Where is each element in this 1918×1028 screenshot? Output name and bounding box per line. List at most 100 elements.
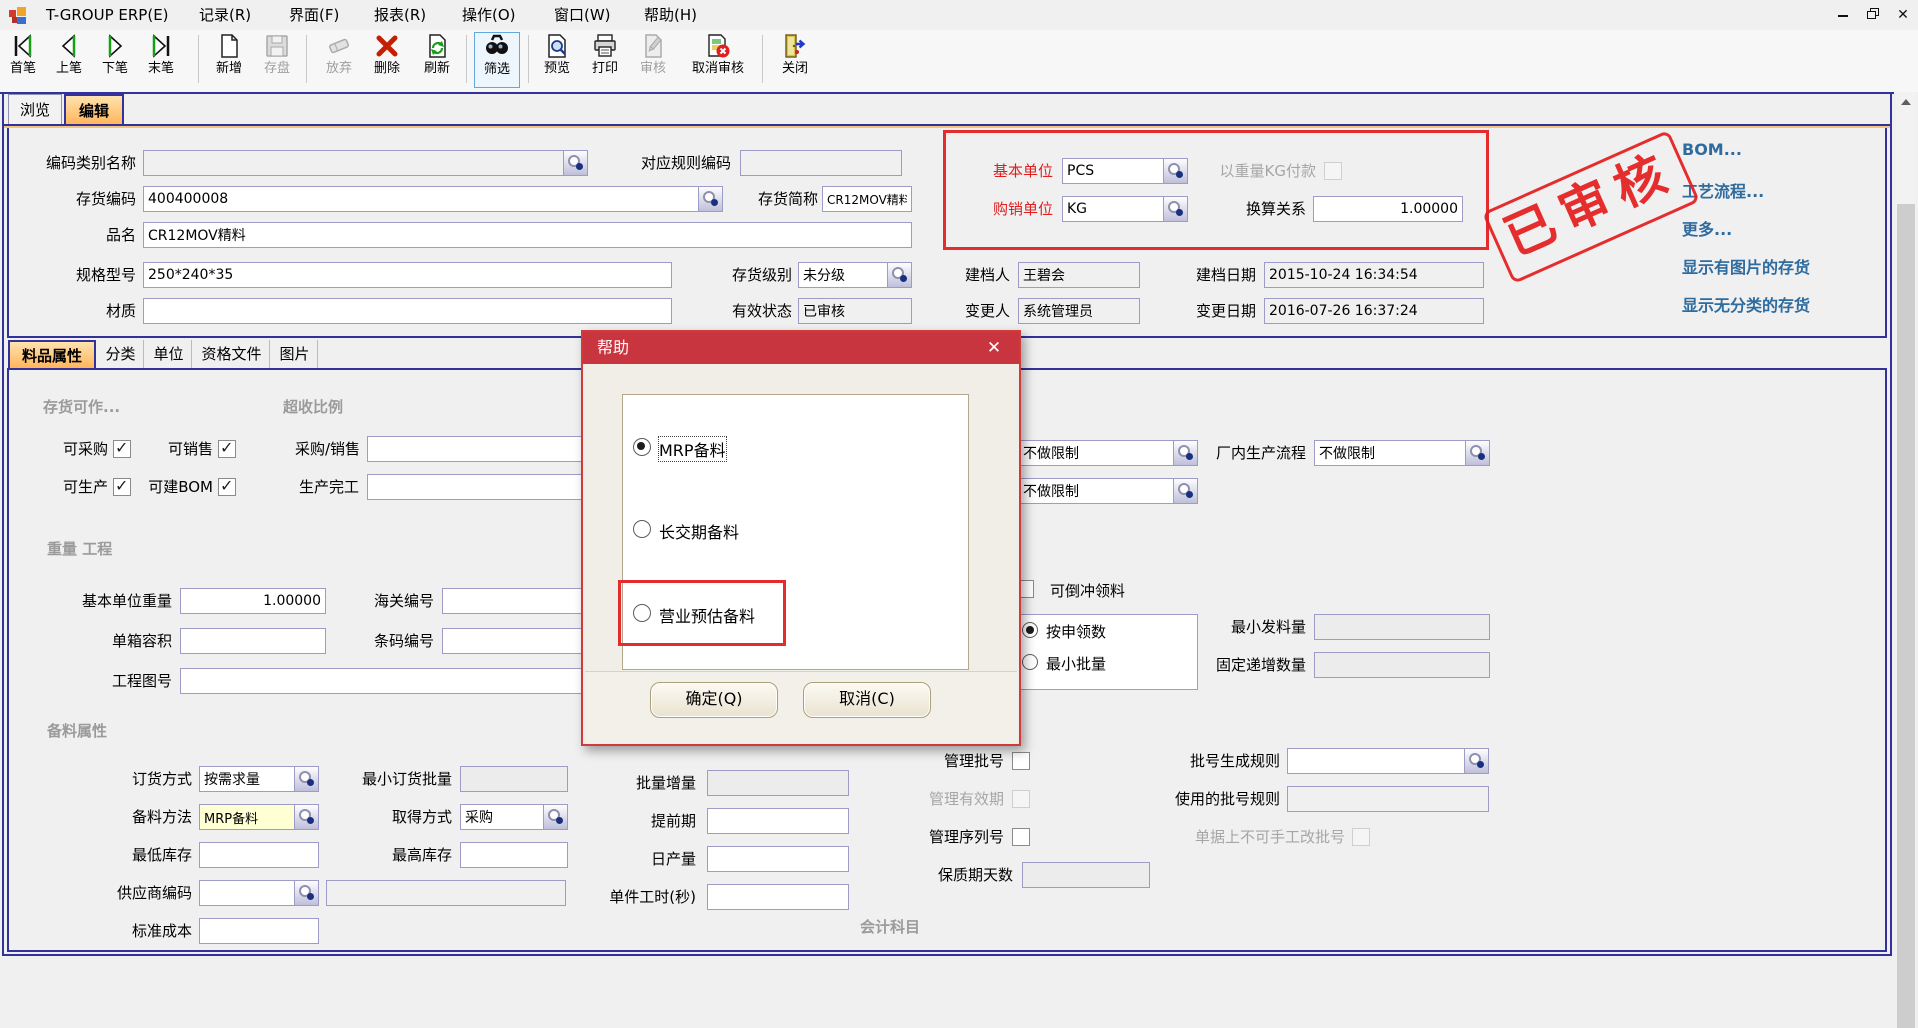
link-show-items-with-image[interactable]: 显示有图片的存货 xyxy=(1682,254,1810,278)
long-leadtime-prep-label[interactable]: 长交期备料 xyxy=(659,519,739,543)
material-input[interactable] xyxy=(144,299,671,323)
menu-help[interactable]: 帮助(H) xyxy=(638,0,703,30)
subtab-qualification-files[interactable]: 资格文件 xyxy=(194,340,270,368)
item-short-name-field[interactable] xyxy=(822,186,912,212)
restriction2-field[interactable] xyxy=(1018,478,1198,504)
cancel-button[interactable]: 取消(C) xyxy=(803,682,931,718)
producible-checkbox[interactable] xyxy=(113,478,131,496)
vertical-scrollbar[interactable] xyxy=(1896,92,1916,958)
base-unit-input[interactable] xyxy=(1063,159,1163,183)
lookup-icon[interactable] xyxy=(887,263,911,287)
subtab-category[interactable]: 分类 xyxy=(98,340,144,368)
print-button[interactable]: 打印 xyxy=(582,32,628,88)
first-record-button[interactable]: 首笔 xyxy=(0,32,46,88)
filter-button[interactable]: 筛选 xyxy=(474,32,520,88)
subtab-unit[interactable]: 单位 xyxy=(146,340,192,368)
drawing-no-input[interactable] xyxy=(181,669,644,693)
lookup-icon[interactable] xyxy=(1163,159,1187,183)
min-stock-field[interactable] xyxy=(199,842,319,868)
sellable-checkbox[interactable] xyxy=(218,440,236,458)
acquire-method-field[interactable] xyxy=(460,804,568,830)
restore-button[interactable] xyxy=(1860,4,1886,26)
scrollbar-thumb[interactable] xyxy=(1897,204,1915,1028)
subtab-item-attributes[interactable]: 料品属性 xyxy=(8,340,96,368)
link-show-unclassified-items[interactable]: 显示无分类的存货 xyxy=(1682,292,1810,316)
conversion-field[interactable] xyxy=(1313,196,1463,222)
lookup-icon[interactable] xyxy=(563,151,587,175)
previous-record-button[interactable]: 上笔 xyxy=(46,32,92,88)
item-code-input[interactable] xyxy=(144,187,698,211)
base-unit-weight-input[interactable] xyxy=(181,589,325,613)
lead-time-input[interactable] xyxy=(708,809,848,833)
product-name-input[interactable] xyxy=(144,223,911,247)
item-short-name-input[interactable] xyxy=(823,187,911,211)
cancel-audit-button[interactable]: 取消审核 xyxy=(686,32,750,88)
next-record-button[interactable]: 下笔 xyxy=(92,32,138,88)
scroll-up-button[interactable] xyxy=(1896,92,1916,112)
max-stock-field[interactable] xyxy=(460,842,568,868)
unit-work-seconds-input[interactable] xyxy=(708,885,848,909)
spec-model-input[interactable] xyxy=(144,263,671,287)
mrp-prep-label[interactable]: MRP备料 xyxy=(659,437,726,461)
restriction1-input[interactable] xyxy=(1019,441,1173,465)
barcode-field[interactable] xyxy=(442,628,590,654)
dialog-close-button[interactable]: ✕ xyxy=(981,332,1007,364)
menu-interface[interactable]: 界面(F) xyxy=(283,0,345,30)
tab-browse[interactable]: 浏览 xyxy=(8,94,62,124)
menu-report[interactable]: 报表(R) xyxy=(368,0,432,30)
restriction1-field[interactable] xyxy=(1018,440,1198,466)
restriction2-input[interactable] xyxy=(1019,479,1173,503)
menu-operation[interactable]: 操作(O) xyxy=(456,0,522,30)
factory-flow-field[interactable] xyxy=(1314,440,1490,466)
acquire-method-input[interactable] xyxy=(461,805,543,829)
subtab-image[interactable]: 图片 xyxy=(272,340,318,368)
supplier-code-field[interactable] xyxy=(199,880,319,906)
item-level-input[interactable] xyxy=(799,263,887,287)
lookup-icon[interactable] xyxy=(698,187,722,211)
product-name-field[interactable] xyxy=(143,222,912,248)
batch-rule-field[interactable] xyxy=(1287,748,1489,774)
menu-record[interactable]: 记录(R) xyxy=(193,0,257,30)
supplier-code-input[interactable] xyxy=(200,881,294,905)
prep-method-input[interactable] xyxy=(200,805,294,829)
spec-model-field[interactable] xyxy=(143,262,672,288)
code-category-field[interactable] xyxy=(143,150,588,176)
code-category-input[interactable] xyxy=(144,151,563,175)
daily-output-field[interactable] xyxy=(707,846,849,872)
item-level-field[interactable] xyxy=(798,262,912,288)
order-method-field[interactable] xyxy=(199,766,319,792)
prep-method-field[interactable] xyxy=(199,804,319,830)
trade-unit-field[interactable] xyxy=(1062,196,1188,222)
link-bom[interactable]: BOM... xyxy=(1682,140,1742,159)
close-window-button[interactable]: ✕ xyxy=(1890,4,1916,26)
lookup-icon[interactable] xyxy=(1465,441,1489,465)
lookup-icon[interactable] xyxy=(1464,749,1488,773)
menu-tgroup-erp[interactable]: T-GROUP ERP(E) xyxy=(40,0,175,30)
lookup-icon[interactable] xyxy=(294,881,318,905)
exit-button[interactable]: 关闭 xyxy=(772,32,818,88)
item-code-field[interactable] xyxy=(143,186,723,212)
delete-button[interactable]: 删除 xyxy=(364,32,410,88)
customs-code-input[interactable] xyxy=(443,589,589,613)
by-min-batch-radio[interactable] xyxy=(1022,654,1038,670)
standard-cost-field[interactable] xyxy=(199,918,319,944)
base-unit-weight-field[interactable] xyxy=(180,588,326,614)
lookup-icon[interactable] xyxy=(1163,197,1187,221)
material-field[interactable] xyxy=(143,298,672,324)
max-stock-input[interactable] xyxy=(461,843,567,867)
factory-flow-input[interactable] xyxy=(1315,441,1465,465)
lead-time-field[interactable] xyxy=(707,808,849,834)
base-unit-field[interactable] xyxy=(1062,158,1188,184)
sales-estimate-prep-label[interactable]: 营业预估备料 xyxy=(659,603,755,627)
mrp-prep-radio[interactable] xyxy=(633,438,651,456)
standard-cost-input[interactable] xyxy=(200,919,318,943)
min-stock-input[interactable] xyxy=(200,843,318,867)
new-button[interactable]: 新增 xyxy=(206,32,252,88)
sales-estimate-prep-radio[interactable] xyxy=(633,604,651,622)
conversion-input[interactable] xyxy=(1314,197,1462,221)
lookup-icon[interactable] xyxy=(294,767,318,791)
link-more[interactable]: 更多... xyxy=(1682,216,1732,240)
tab-edit[interactable]: 编辑 xyxy=(64,94,124,124)
batch-rule-input[interactable] xyxy=(1288,749,1464,773)
lookup-icon[interactable] xyxy=(543,805,567,829)
